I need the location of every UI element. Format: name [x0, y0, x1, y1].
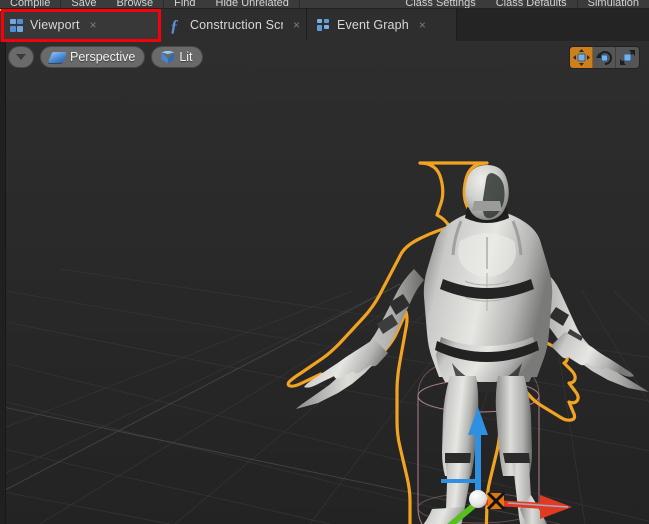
perspective-slab-icon [47, 51, 68, 63]
tab-viewport[interactable]: Viewport × [0, 9, 160, 41]
translate-gizmo-button[interactable] [570, 47, 593, 68]
toolbar-label: Save [71, 0, 97, 9]
toolbar-button-save[interactable]: Save [61, 0, 106, 8]
lighting-mode-label: Lit [179, 50, 193, 64]
view-mode-label: Perspective [70, 50, 136, 64]
viewport-panel[interactable]: Perspective Lit [0, 41, 649, 524]
gizmo-plane-handle [486, 491, 506, 511]
blueprint-toolbar: Compile Save Browse Find Hide Unrelated … [0, 0, 649, 9]
scale-gizmo-button[interactable] [616, 47, 639, 68]
toolbar-button-hide-unrelated[interactable]: Hide Unrelated [206, 0, 299, 8]
viewport-3d-scene [0, 41, 649, 524]
tab-label: Event Graph [337, 18, 409, 32]
toolbar-button-class-settings[interactable]: Class Settings [395, 0, 485, 8]
viewport-grid-icon [10, 18, 23, 32]
toolbar-button-browse[interactable]: Browse [106, 0, 163, 8]
toolbar-label: Simulation [587, 0, 639, 9]
toolbar-label: Hide Unrelated [215, 0, 289, 9]
tab-bar-empty-area [457, 9, 649, 41]
view-mode-button[interactable]: Perspective [40, 46, 146, 68]
chevron-down-icon [16, 54, 26, 60]
toolbar-separator [298, 0, 300, 8]
toolbar-label: Class Settings [405, 0, 476, 9]
tab-label: Viewport [30, 18, 80, 32]
toolbar-button-class-defaults[interactable]: Class Defaults [486, 0, 577, 8]
transform-mode-button-group [569, 46, 640, 69]
gizmo-center-handle [469, 490, 487, 508]
lit-cube-icon [161, 50, 175, 64]
rotate-gizmo-button[interactable] [593, 47, 616, 68]
tab-event-graph[interactable]: Event Graph × [307, 9, 457, 41]
toolbar-label: Browse [116, 0, 154, 9]
tab-close-icon[interactable]: × [293, 19, 300, 31]
event-graph-icon [317, 19, 330, 31]
toolbar-button-compile[interactable]: Compile [0, 0, 60, 8]
blueprint-editor-window: Compile Save Browse Find Hide Unrelated … [0, 0, 649, 524]
lighting-mode-button[interactable]: Lit [151, 46, 203, 68]
toolbar-label: Compile [10, 0, 51, 9]
toolbar-label: Find [174, 0, 196, 9]
toolbar-label: Class Defaults [495, 0, 567, 9]
viewport-options-menu-button[interactable] [8, 46, 34, 68]
scale-arrows-icon [620, 50, 635, 65]
editor-tab-bar: Viewport × ƒ Construction Scrip × Event … [0, 9, 649, 41]
tab-close-icon[interactable]: × [419, 19, 426, 31]
toolbar-button-find[interactable]: Find [164, 0, 205, 8]
tab-label: Construction Scrip [190, 18, 283, 32]
tab-close-icon[interactable]: × [90, 19, 97, 31]
viewport-toolbar: Perspective Lit [8, 46, 203, 68]
rotate-arc-icon [595, 51, 612, 65]
move-arrows-icon [572, 49, 590, 66]
function-f-icon: ƒ [170, 16, 179, 35]
tab-construction-script[interactable]: ƒ Construction Scrip × [160, 9, 307, 41]
toolbar-button-simulation[interactable]: Simulation [578, 0, 649, 8]
panel-edge-gutter [0, 41, 6, 524]
